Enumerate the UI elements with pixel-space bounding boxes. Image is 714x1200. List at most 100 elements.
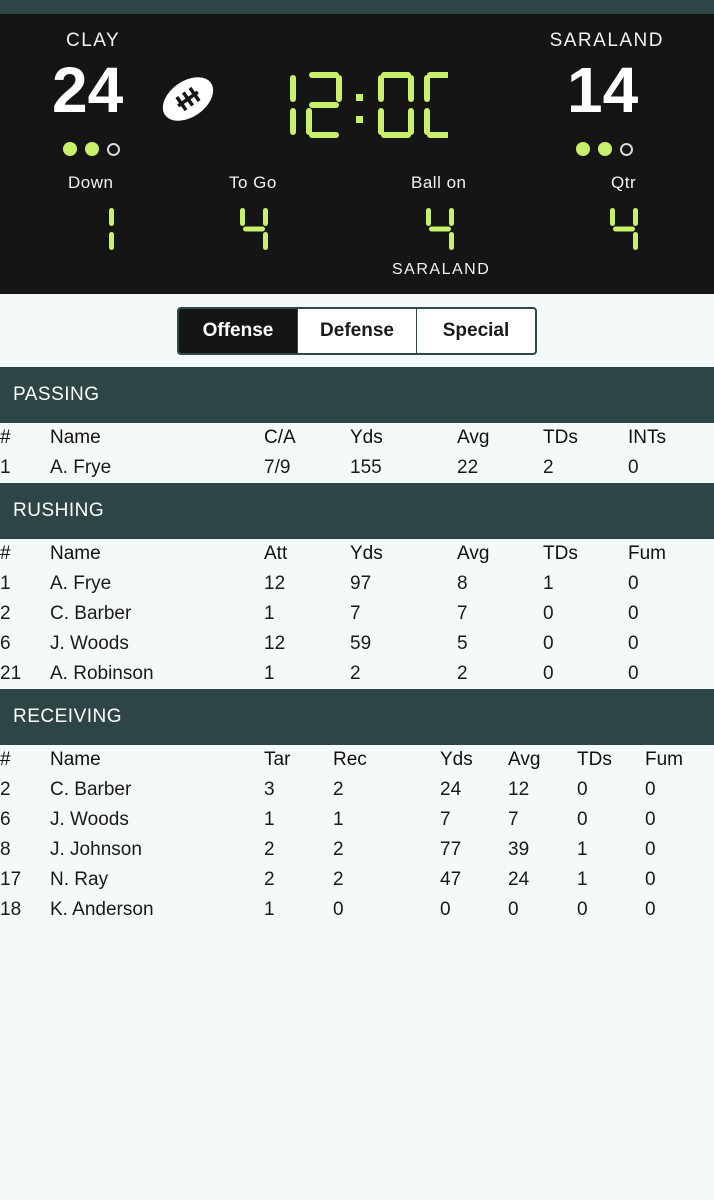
table-cell: 1 <box>264 809 275 830</box>
table-cell: A. Robinson <box>50 663 154 684</box>
clock-digit: 0 <box>378 72 414 138</box>
digit-segment <box>336 75 342 102</box>
table-cell: 1 <box>264 899 275 920</box>
table-cell: 39 <box>508 839 530 860</box>
table-cell: 21 <box>0 663 22 684</box>
table-cell: 0 <box>628 663 639 684</box>
table-cell: 1 <box>333 809 344 830</box>
table-cell: 8 <box>457 573 468 594</box>
timeout-dot <box>107 143 120 156</box>
digit-segment <box>378 75 384 102</box>
digit-segment <box>309 102 339 108</box>
table-cell: 0 <box>628 633 639 654</box>
table-cell: K. Anderson <box>50 899 154 920</box>
table-row: 1 A. Frye 12 97 8 1 0 <box>0 570 714 600</box>
digit-segment <box>309 132 339 138</box>
table-cell: 1 <box>264 603 275 624</box>
table-cell: J. Woods <box>50 809 129 830</box>
digit-segment <box>109 232 114 250</box>
table-cell: 0 <box>645 869 656 890</box>
table-cell: 0 <box>628 603 639 624</box>
timeout-dot <box>576 142 590 156</box>
column-header: # <box>0 427 11 448</box>
table-cell: 2 <box>0 779 11 800</box>
table-cell: 12 <box>264 633 286 654</box>
table-cell: J. Johnson <box>50 839 142 860</box>
table-row: 8 J. Johnson 2 2 77 39 1 0 <box>0 836 714 866</box>
digit-segment <box>309 72 339 78</box>
digit-segment <box>243 226 265 232</box>
display-digit: 4 <box>426 208 454 250</box>
digit-segment <box>263 208 268 226</box>
display-digit: 4 <box>240 208 268 250</box>
table-cell: 2 <box>457 663 468 684</box>
table-row: 17 N. Ray 2 2 47 24 1 0 <box>0 866 714 896</box>
ballon-label: Ball on <box>411 173 467 192</box>
digit-segment <box>290 75 296 102</box>
digit-segment <box>408 75 414 102</box>
down-value: 1 <box>82 204 122 254</box>
table-cell: 0 <box>577 809 588 830</box>
table-row: 18 K. Anderson 1 0 0 0 0 0 <box>0 896 714 926</box>
column-header: Avg <box>457 427 490 448</box>
digit-segment <box>381 132 411 138</box>
column-header: Fum <box>628 543 666 564</box>
togo-value: 4 <box>236 204 276 254</box>
tab-offense[interactable]: Offense <box>179 309 298 353</box>
home-score: 24 <box>52 54 124 126</box>
table-cell: 1 <box>577 869 588 890</box>
column-header: Name <box>50 749 101 770</box>
away-timeouts <box>576 142 633 156</box>
qtr-value: 4 <box>606 204 646 254</box>
digit-display: 4 <box>610 208 638 250</box>
table-cell: 12 <box>508 779 530 800</box>
top-strip <box>0 0 714 14</box>
digit-segment <box>263 232 268 250</box>
table-cell: 2 <box>350 663 361 684</box>
table-cell: 6 <box>0 809 11 830</box>
table-cell: J. Woods <box>50 633 129 654</box>
column-header: Name <box>50 543 101 564</box>
table-cell: 1 <box>264 663 275 684</box>
column-header: Yds <box>350 543 383 564</box>
timeout-dot <box>63 142 77 156</box>
table-row: 2 C. Barber 3 2 24 12 0 0 <box>0 776 714 806</box>
home-team-name: CLAY <box>66 30 121 51</box>
receiving-column-headers: # Name Tar Rec Yds Avg TDs Fum <box>0 746 714 776</box>
tab-defense[interactable]: Defense <box>298 309 417 353</box>
column-header: Avg <box>508 749 541 770</box>
table-row: 2 C. Barber 1 7 7 0 0 <box>0 600 714 630</box>
digit-segment <box>633 208 638 226</box>
digit-segment <box>408 108 414 135</box>
togo-label: To Go <box>229 173 277 192</box>
table-cell: 155 <box>350 457 382 478</box>
table-cell: 17 <box>0 869 22 890</box>
clock-digit: 0 <box>424 72 448 138</box>
column-header: Att <box>264 543 288 564</box>
digit-segment <box>610 208 615 226</box>
table-cell: 97 <box>350 573 372 594</box>
tab-special[interactable]: Special <box>417 309 535 353</box>
column-header: Avg <box>457 543 490 564</box>
digit-segment <box>427 72 448 78</box>
table-row: 6 J. Woods 12 59 5 0 0 <box>0 630 714 660</box>
table-cell: 2 <box>264 839 275 860</box>
column-header: Yds <box>350 427 383 448</box>
table-cell: 0 <box>577 899 588 920</box>
table-cell: 18 <box>0 899 22 920</box>
table-cell: C. Barber <box>50 779 132 800</box>
digit-segment <box>449 232 454 250</box>
table-cell: 0 <box>645 779 656 800</box>
table-cell: 0 <box>645 839 656 860</box>
table-cell: 22 <box>457 457 479 478</box>
column-header: INTs <box>628 427 666 448</box>
digit-segment <box>290 108 296 135</box>
table-cell: 7 <box>457 603 468 624</box>
table-cell: 77 <box>440 839 462 860</box>
away-team-name: SARALAND <box>549 30 664 51</box>
table-cell: 1 <box>577 839 588 860</box>
digit-segment <box>378 108 384 135</box>
digit-segment <box>633 232 638 250</box>
away-score: 14 <box>567 54 639 126</box>
table-cell: 1 <box>543 573 554 594</box>
